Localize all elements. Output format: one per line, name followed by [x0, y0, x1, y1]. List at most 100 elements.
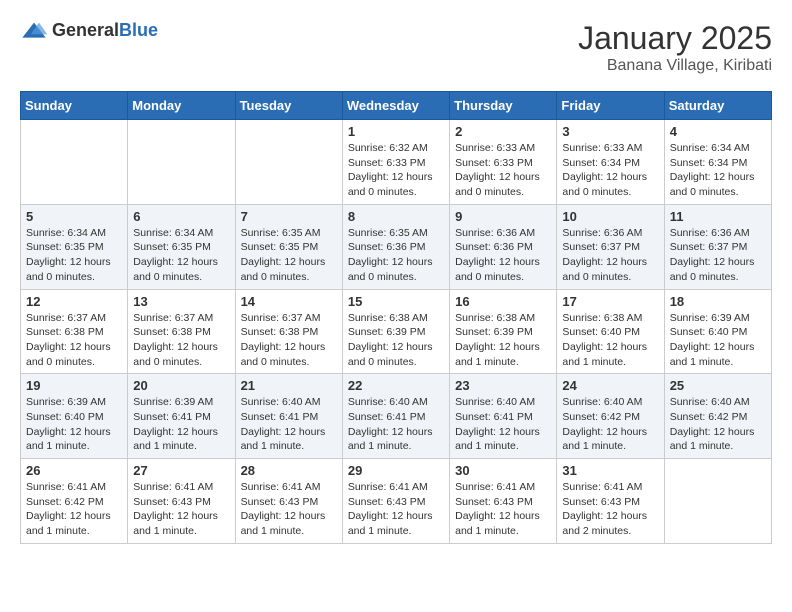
- logo-general: General: [52, 20, 119, 40]
- day-number: 3: [562, 124, 658, 139]
- day-number: 8: [348, 209, 444, 224]
- calendar-cell: [21, 120, 128, 205]
- day-number: 6: [133, 209, 229, 224]
- day-info: Sunrise: 6:38 AM Sunset: 6:39 PM Dayligh…: [348, 311, 444, 370]
- day-number: 13: [133, 294, 229, 309]
- week-row-5: 26 Sunrise: 6:41 AM Sunset: 6:42 PM Dayli…: [21, 459, 772, 544]
- day-number: 27: [133, 463, 229, 478]
- day-info: Sunrise: 6:37 AM Sunset: 6:38 PM Dayligh…: [26, 311, 122, 370]
- calendar-cell: 8Sunrise: 6:35 AM Sunset: 6:36 PM Daylig…: [342, 204, 449, 289]
- day-info: Sunrise: 6:36 AM Sunset: 6:36 PM Dayligh…: [455, 226, 551, 285]
- week-row-4: 19Sunrise: 6:39 AM Sunset: 6:40 PM Dayli…: [21, 374, 772, 459]
- calendar-cell: 16Sunrise: 6:38 AM Sunset: 6:39 PM Dayli…: [450, 289, 557, 374]
- day-number: 25: [670, 378, 766, 393]
- weekday-header-monday: Monday: [128, 92, 235, 120]
- day-number: 10: [562, 209, 658, 224]
- day-info: Sunrise: 6:36 AM Sunset: 6:37 PM Dayligh…: [562, 226, 658, 285]
- day-number: 2: [455, 124, 551, 139]
- day-number: 24: [562, 378, 658, 393]
- calendar-cell: 21Sunrise: 6:40 AM Sunset: 6:41 PM Dayli…: [235, 374, 342, 459]
- day-number: 20: [133, 378, 229, 393]
- location-title: Banana Village, Kiribati: [578, 57, 772, 75]
- day-number: 26: [26, 463, 122, 478]
- day-info: Sunrise: 6:37 AM Sunset: 6:38 PM Dayligh…: [241, 311, 337, 370]
- day-info: Sunrise: 6:39 AM Sunset: 6:40 PM Dayligh…: [670, 311, 766, 370]
- day-number: 21: [241, 378, 337, 393]
- day-info: Sunrise: 6:40 AM Sunset: 6:41 PM Dayligh…: [455, 395, 551, 454]
- logo-blue: Blue: [119, 20, 158, 40]
- day-info: Sunrise: 6:39 AM Sunset: 6:40 PM Dayligh…: [26, 395, 122, 454]
- calendar-cell: 15 Sunrise: 6:38 AM Sunset: 6:39 PM Dayli…: [342, 289, 449, 374]
- day-number: 31: [562, 463, 658, 478]
- day-info: Sunrise: 6:38 AM Sunset: 6:39 PM Dayligh…: [455, 311, 551, 370]
- logo-icon: [20, 21, 48, 41]
- calendar-cell: 4 Sunrise: 6:34 AM Sunset: 6:34 PM Daylig…: [664, 120, 771, 205]
- calendar-cell: 23 Sunrise: 6:40 AM Sunset: 6:41 PM Dayli…: [450, 374, 557, 459]
- calendar-cell: 22Sunrise: 6:40 AM Sunset: 6:41 PM Dayli…: [342, 374, 449, 459]
- day-info: Sunrise: 6:38 AM Sunset: 6:40 PM Dayligh…: [562, 311, 658, 370]
- weekday-header-friday: Friday: [557, 92, 664, 120]
- calendar-cell: 28Sunrise: 6:41 AM Sunset: 6:43 PM Dayli…: [235, 459, 342, 544]
- day-number: 14: [241, 294, 337, 309]
- day-number: 12: [26, 294, 122, 309]
- day-info: Sunrise: 6:41 AM Sunset: 6:43 PM Dayligh…: [241, 480, 337, 539]
- week-row-3: 12 Sunrise: 6:37 AM Sunset: 6:38 PM Dayli…: [21, 289, 772, 374]
- weekday-header-thursday: Thursday: [450, 92, 557, 120]
- day-number: 1: [348, 124, 444, 139]
- day-number: 9: [455, 209, 551, 224]
- page-header: GeneralBlue January 2025 Banana Village,…: [20, 20, 772, 75]
- calendar-cell: 2 Sunrise: 6:33 AM Sunset: 6:33 PM Daylig…: [450, 120, 557, 205]
- logo: GeneralBlue: [20, 20, 158, 41]
- calendar-cell: 18 Sunrise: 6:39 AM Sunset: 6:40 PM Dayli…: [664, 289, 771, 374]
- day-number: 23: [455, 378, 551, 393]
- calendar-cell: 25 Sunrise: 6:40 AM Sunset: 6:42 PM Dayli…: [664, 374, 771, 459]
- weekday-header-wednesday: Wednesday: [342, 92, 449, 120]
- calendar-cell: 19Sunrise: 6:39 AM Sunset: 6:40 PM Dayli…: [21, 374, 128, 459]
- day-info: Sunrise: 6:34 AM Sunset: 6:35 PM Dayligh…: [26, 226, 122, 285]
- day-number: 29: [348, 463, 444, 478]
- day-info: Sunrise: 6:36 AM Sunset: 6:37 PM Dayligh…: [670, 226, 766, 285]
- day-info: Sunrise: 6:39 AM Sunset: 6:41 PM Dayligh…: [133, 395, 229, 454]
- calendar-cell: [128, 120, 235, 205]
- week-row-2: 5 Sunrise: 6:34 AM Sunset: 6:35 PM Daylig…: [21, 204, 772, 289]
- calendar-cell: 30Sunrise: 6:41 AM Sunset: 6:43 PM Dayli…: [450, 459, 557, 544]
- month-title: January 2025: [578, 20, 772, 57]
- week-row-1: 1 Sunrise: 6:32 AM Sunset: 6:33 PM Daylig…: [21, 120, 772, 205]
- calendar-cell: 1 Sunrise: 6:32 AM Sunset: 6:33 PM Daylig…: [342, 120, 449, 205]
- day-info: Sunrise: 6:41 AM Sunset: 6:43 PM Dayligh…: [455, 480, 551, 539]
- weekday-header-sunday: Sunday: [21, 92, 128, 120]
- day-info: Sunrise: 6:33 AM Sunset: 6:34 PM Dayligh…: [562, 141, 658, 200]
- calendar-cell: [664, 459, 771, 544]
- day-info: Sunrise: 6:35 AM Sunset: 6:35 PM Dayligh…: [241, 226, 337, 285]
- day-info: Sunrise: 6:33 AM Sunset: 6:33 PM Dayligh…: [455, 141, 551, 200]
- calendar-cell: 6 Sunrise: 6:34 AM Sunset: 6:35 PM Daylig…: [128, 204, 235, 289]
- calendar-cell: 24Sunrise: 6:40 AM Sunset: 6:42 PM Dayli…: [557, 374, 664, 459]
- day-info: Sunrise: 6:40 AM Sunset: 6:42 PM Dayligh…: [670, 395, 766, 454]
- day-number: 17: [562, 294, 658, 309]
- calendar-cell: 27Sunrise: 6:41 AM Sunset: 6:43 PM Dayli…: [128, 459, 235, 544]
- weekday-header-saturday: Saturday: [664, 92, 771, 120]
- calendar-cell: 20 Sunrise: 6:39 AM Sunset: 6:41 PM Dayli…: [128, 374, 235, 459]
- day-number: 5: [26, 209, 122, 224]
- calendar-cell: 31 Sunrise: 6:41 AM Sunset: 6:43 PM Dayli…: [557, 459, 664, 544]
- day-info: Sunrise: 6:32 AM Sunset: 6:33 PM Dayligh…: [348, 141, 444, 200]
- title-block: January 2025 Banana Village, Kiribati: [578, 20, 772, 75]
- calendar-cell: 14 Sunrise: 6:37 AM Sunset: 6:38 PM Dayli…: [235, 289, 342, 374]
- calendar-cell: 3 Sunrise: 6:33 AM Sunset: 6:34 PM Daylig…: [557, 120, 664, 205]
- calendar-cell: 13 Sunrise: 6:37 AM Sunset: 6:38 PM Dayli…: [128, 289, 235, 374]
- day-number: 22: [348, 378, 444, 393]
- day-info: Sunrise: 6:34 AM Sunset: 6:35 PM Dayligh…: [133, 226, 229, 285]
- weekday-header-row: SundayMondayTuesdayWednesdayThursdayFrid…: [21, 92, 772, 120]
- day-info: Sunrise: 6:37 AM Sunset: 6:38 PM Dayligh…: [133, 311, 229, 370]
- day-info: Sunrise: 6:41 AM Sunset: 6:43 PM Dayligh…: [562, 480, 658, 539]
- calendar-cell: 10 Sunrise: 6:36 AM Sunset: 6:37 PM Dayli…: [557, 204, 664, 289]
- day-number: 15: [348, 294, 444, 309]
- day-info: Sunrise: 6:34 AM Sunset: 6:34 PM Dayligh…: [670, 141, 766, 200]
- calendar-table: SundayMondayTuesdayWednesdayThursdayFrid…: [20, 91, 772, 544]
- day-info: Sunrise: 6:41 AM Sunset: 6:42 PM Dayligh…: [26, 480, 122, 539]
- day-number: 4: [670, 124, 766, 139]
- day-number: 18: [670, 294, 766, 309]
- calendar-cell: 5 Sunrise: 6:34 AM Sunset: 6:35 PM Daylig…: [21, 204, 128, 289]
- weekday-header-tuesday: Tuesday: [235, 92, 342, 120]
- calendar-cell: 11Sunrise: 6:36 AM Sunset: 6:37 PM Dayli…: [664, 204, 771, 289]
